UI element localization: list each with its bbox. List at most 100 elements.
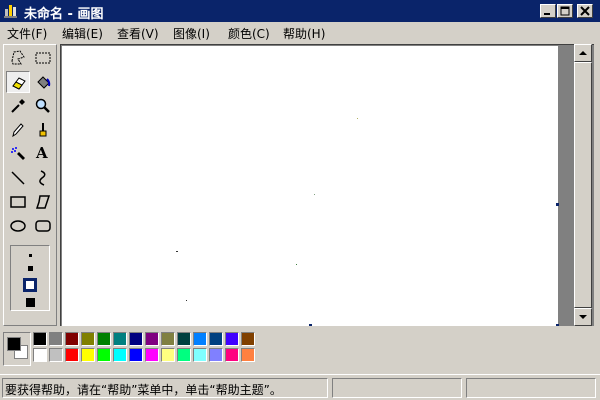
- palette-color[interactable]: [97, 348, 111, 362]
- arrow-down-icon: [579, 315, 587, 319]
- option-size-3-selected[interactable]: [23, 278, 37, 292]
- ellipse-tool[interactable]: [6, 215, 30, 237]
- palette-color[interactable]: [33, 348, 47, 362]
- menu-colors[interactable]: 颜色(C): [228, 25, 270, 42]
- palette-color[interactable]: [49, 348, 63, 362]
- drawing-canvas[interactable]: [62, 46, 558, 326]
- color-box: [0, 330, 600, 370]
- close-button[interactable]: [577, 4, 593, 18]
- polygon-tool[interactable]: [31, 191, 55, 213]
- line-icon: [11, 171, 25, 185]
- window-title: 未命名 - 画图: [24, 7, 104, 22]
- foreground-color[interactable]: [7, 337, 21, 351]
- ellipse-icon: [10, 220, 26, 232]
- tool-box: A: [3, 44, 57, 326]
- palette-color[interactable]: [81, 332, 95, 346]
- pencil-icon: [12, 123, 24, 138]
- text-tool[interactable]: A: [31, 143, 55, 165]
- menu-file[interactable]: 文件(F): [7, 25, 47, 42]
- canvas-dot: [176, 251, 178, 252]
- free-select-icon: [11, 50, 25, 65]
- status-pane-size: [466, 378, 596, 398]
- rect-select-icon: [35, 52, 51, 64]
- palette-swatches: [33, 332, 273, 366]
- palette-color[interactable]: [225, 332, 239, 346]
- polygon-icon: [35, 195, 51, 209]
- palette-color[interactable]: [113, 332, 127, 346]
- canvas-dot: [186, 300, 187, 301]
- rounded-rect-icon: [35, 220, 51, 232]
- maximize-button[interactable]: [557, 4, 573, 18]
- rectangle-icon: [10, 196, 26, 208]
- rect-select-tool[interactable]: [31, 47, 55, 69]
- palette-color[interactable]: [145, 332, 159, 346]
- paint-app-icon: [4, 5, 17, 18]
- palette-color[interactable]: [225, 348, 239, 362]
- palette-color[interactable]: [129, 348, 143, 362]
- work-area: [60, 44, 594, 326]
- palette-color[interactable]: [209, 348, 223, 362]
- vertical-scrollbar[interactable]: [574, 44, 592, 326]
- palette-color[interactable]: [145, 348, 159, 362]
- close-icon: [580, 6, 590, 16]
- palette-color[interactable]: [129, 332, 143, 346]
- palette-color[interactable]: [241, 332, 255, 346]
- palette-color[interactable]: [113, 348, 127, 362]
- title-bar[interactable]: 未命名 - 画图: [0, 0, 600, 22]
- maximize-icon: [560, 6, 570, 16]
- magnifier-icon: [35, 98, 50, 113]
- menu-edit[interactable]: 编辑(E): [62, 25, 103, 42]
- palette-color[interactable]: [209, 332, 223, 346]
- rounded-rect-tool[interactable]: [31, 215, 55, 237]
- eraser-icon: [12, 77, 26, 90]
- menu-view[interactable]: 查看(V): [117, 25, 159, 42]
- resize-handle-bottom[interactable]: [309, 324, 312, 326]
- palette-color[interactable]: [65, 348, 79, 362]
- palette-color[interactable]: [65, 332, 79, 346]
- color-picker-icon: [11, 99, 25, 113]
- canvas-dot: [314, 194, 315, 195]
- scroll-up-button[interactable]: [574, 44, 592, 62]
- curve-icon: [39, 170, 46, 186]
- rectangle-tool[interactable]: [6, 191, 30, 213]
- palette-color[interactable]: [33, 332, 47, 346]
- minimize-icon: [544, 13, 550, 15]
- palette-color[interactable]: [161, 348, 175, 362]
- resize-handle-corner[interactable]: [556, 324, 559, 326]
- minimize-button[interactable]: [540, 4, 556, 18]
- magnifier-tool[interactable]: [31, 95, 55, 117]
- status-bar: 要获得帮助，请在“帮助”菜单中，单击“帮助主题”。: [0, 374, 600, 400]
- scroll-down-button[interactable]: [574, 308, 592, 326]
- brush-tool[interactable]: [31, 119, 55, 141]
- current-colors[interactable]: [3, 332, 31, 366]
- palette-color[interactable]: [193, 348, 207, 362]
- fill-bucket-icon: [37, 76, 51, 89]
- airbrush-icon: [11, 147, 25, 160]
- line-tool[interactable]: [6, 167, 30, 189]
- palette-color[interactable]: [97, 332, 111, 346]
- palette-color[interactable]: [81, 348, 95, 362]
- free-select-tool[interactable]: [6, 47, 30, 69]
- canvas-dot: [296, 264, 297, 265]
- palette-color[interactable]: [49, 332, 63, 346]
- scroll-thumb[interactable]: [574, 62, 592, 308]
- menu-help[interactable]: 帮助(H): [283, 25, 325, 42]
- palette-color[interactable]: [177, 332, 191, 346]
- eraser-tool[interactable]: [6, 71, 30, 93]
- palette-color[interactable]: [161, 332, 175, 346]
- color-picker-tool[interactable]: [6, 95, 30, 117]
- airbrush-tool[interactable]: [6, 143, 30, 165]
- curve-tool[interactable]: [31, 167, 55, 189]
- menu-image[interactable]: 图像(I): [173, 25, 210, 42]
- tool-options: [10, 245, 50, 311]
- palette-color[interactable]: [241, 348, 255, 362]
- text-icon: A: [36, 144, 48, 162]
- pencil-tool[interactable]: [6, 119, 30, 141]
- option-size-2[interactable]: [28, 266, 33, 271]
- option-size-1[interactable]: [29, 254, 32, 257]
- fill-tool[interactable]: [31, 71, 55, 93]
- resize-handle-right[interactable]: [556, 203, 559, 206]
- palette-color[interactable]: [193, 332, 207, 346]
- palette-color[interactable]: [177, 348, 191, 362]
- option-size-4[interactable]: [26, 298, 35, 307]
